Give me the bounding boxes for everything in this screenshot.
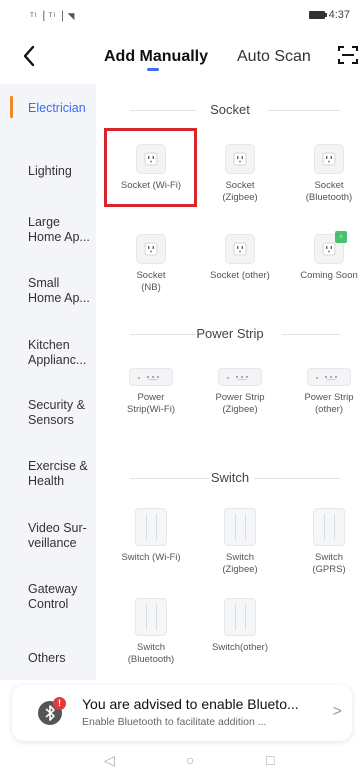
- device-label: Power Strip (Zigbee): [215, 392, 265, 415]
- device-power-strip-wifi[interactable]: Power Strip(Wi-Fi): [106, 368, 196, 416]
- sidebar-item-large-home-appliances[interactable]: Large Home Ap...: [0, 215, 96, 245]
- device-power-strip-other[interactable]: Power Strip (other): [284, 368, 364, 416]
- new-badge-icon: ▫: [335, 231, 347, 243]
- battery-icon: [308, 11, 327, 19]
- device-power-strip-zigbee[interactable]: Power Strip (Zigbee): [195, 368, 285, 416]
- sidebar-item-label: Small Home Ap...: [28, 276, 90, 305]
- device-socket-wifi[interactable]: Socket (Wi-Fi): [106, 144, 196, 192]
- alert-badge: !: [53, 697, 66, 710]
- nav-home-icon[interactable]: ○: [186, 752, 194, 768]
- sidebar-item-label: Large Home Ap...: [28, 215, 90, 244]
- device-label: Power Strip(Wi-Fi): [126, 392, 175, 415]
- device-coming-soon[interactable]: ▫ Coming Soon: [284, 231, 364, 282]
- tab-auto-scan[interactable]: Auto Scan: [237, 48, 311, 66]
- device-switch-bluetooth[interactable]: Switch (Bluetooth): [106, 598, 196, 666]
- section-header-socket: Socket: [96, 100, 364, 120]
- sidebar-item-label: Lighting: [28, 164, 72, 178]
- switch-icon: [224, 508, 256, 546]
- device-switch-gprs[interactable]: Switch (GPRS): [284, 508, 364, 576]
- device-switch-wifi[interactable]: Switch (Wi-Fi): [106, 508, 196, 564]
- scan-icon[interactable]: [338, 45, 358, 65]
- tab-add-manually[interactable]: Add Manually: [104, 48, 208, 66]
- device-socket-other[interactable]: Socket (other): [195, 234, 285, 282]
- sidebar-item-electrician[interactable]: Electrician: [0, 101, 96, 116]
- device-switch-other[interactable]: Switch(other): [195, 598, 285, 654]
- device-socket-bluetooth[interactable]: Socket (Bluetooth): [284, 144, 364, 204]
- device-label: Socket (NB): [136, 270, 166, 293]
- device-label: Socket (Zigbee): [222, 180, 258, 203]
- switch-icon: [135, 598, 167, 636]
- device-label: Switch (Zigbee): [222, 552, 258, 575]
- signal-icon: ᵀˡ▕ ᵀˡ▕ ◥: [30, 11, 76, 21]
- device-label: Socket (other): [210, 270, 270, 281]
- socket-icon: [225, 144, 255, 174]
- banner-subtitle: Enable Bluetooth to facilitate addition …: [82, 716, 267, 728]
- switch-icon: [135, 508, 167, 546]
- switch-icon: [224, 598, 256, 636]
- sidebar-item-kitchen-appliances[interactable]: Kitchen Applianc...: [0, 338, 96, 368]
- bluetooth-prompt-banner[interactable]: ! You are advised to enable Blueto... En…: [12, 685, 352, 741]
- sidebar-item-label: Gateway Control: [28, 582, 78, 611]
- device-label: Socket (Wi-Fi): [120, 180, 182, 191]
- device-socket-nb[interactable]: Socket (NB): [106, 234, 196, 294]
- status-time: 4:37: [328, 9, 350, 21]
- section-header-power-strip: Power Strip: [96, 324, 364, 344]
- sidebar-item-label: Video Sur- veillance: [28, 521, 87, 550]
- switch-icon: [313, 508, 345, 546]
- device-switch-zigbee[interactable]: Switch (Zigbee): [195, 508, 285, 576]
- device-label: Power Strip (other): [304, 392, 354, 415]
- sidebar-item-gateway-control[interactable]: Gateway Control: [0, 582, 96, 612]
- signal-indicators: ᵀˡ▕ ᵀˡ▕ ◥: [30, 11, 75, 22]
- back-button[interactable]: [22, 42, 46, 70]
- device-list: Socket Socket (Wi-Fi) Socket (Zigbee) So…: [96, 84, 364, 680]
- nav-back-icon[interactable]: ◁: [104, 752, 115, 769]
- banner-title: You are advised to enable Blueto...: [82, 696, 299, 712]
- sidebar-item-lighting[interactable]: Lighting: [0, 164, 96, 179]
- sidebar-item-video-surveillance[interactable]: Video Sur- veillance: [0, 521, 96, 551]
- device-label: Switch(other): [212, 642, 268, 653]
- socket-icon: [136, 234, 166, 264]
- sidebar-item-others[interactable]: Others: [0, 651, 96, 666]
- sidebar-item-exercise-health[interactable]: Exercise & Health: [0, 459, 96, 489]
- sidebar-item-label: Electrician: [28, 101, 86, 115]
- category-sidebar: Electrician Lighting Large Home Ap... Sm…: [0, 84, 96, 680]
- socket-icon: [136, 144, 166, 174]
- section-header-switch: Switch: [96, 468, 364, 488]
- sidebar-item-label: Security & Sensors: [28, 398, 85, 427]
- device-label: Switch (Bluetooth): [127, 642, 175, 665]
- system-nav-bar: ◁ ○ □: [0, 748, 364, 778]
- chevron-right-icon: >: [332, 703, 342, 720]
- device-label: Switch (Wi-Fi): [121, 552, 181, 563]
- sidebar-item-label: Others: [28, 651, 66, 665]
- active-tab-indicator: [147, 68, 159, 71]
- power-strip-icon: [129, 368, 173, 386]
- status-bar: ᵀˡ▕ ᵀˡ▕ ◥ 4:37: [0, 0, 364, 32]
- device-label: Coming Soon: [300, 270, 358, 281]
- top-nav: Add Manually Auto Scan: [0, 38, 364, 78]
- power-strip-icon: [218, 368, 262, 386]
- status-right: 4:37: [308, 9, 350, 21]
- sidebar-item-label: Exercise & Health: [28, 459, 88, 488]
- device-socket-zigbee[interactable]: Socket (Zigbee): [195, 144, 285, 204]
- device-label: Socket (Bluetooth): [305, 180, 353, 203]
- socket-icon: [314, 144, 344, 174]
- sidebar-item-security-sensors[interactable]: Security & Sensors: [0, 398, 96, 428]
- sidebar-item-label: Kitchen Applianc...: [28, 338, 87, 367]
- socket-icon: ▫: [314, 231, 347, 264]
- nav-recents-icon[interactable]: □: [266, 752, 274, 768]
- power-strip-icon: [307, 368, 351, 386]
- socket-icon: [225, 234, 255, 264]
- chevron-left-icon: [23, 45, 35, 67]
- sidebar-item-small-home-appliances[interactable]: Small Home Ap...: [0, 276, 96, 306]
- device-label: Switch (GPRS): [312, 552, 346, 575]
